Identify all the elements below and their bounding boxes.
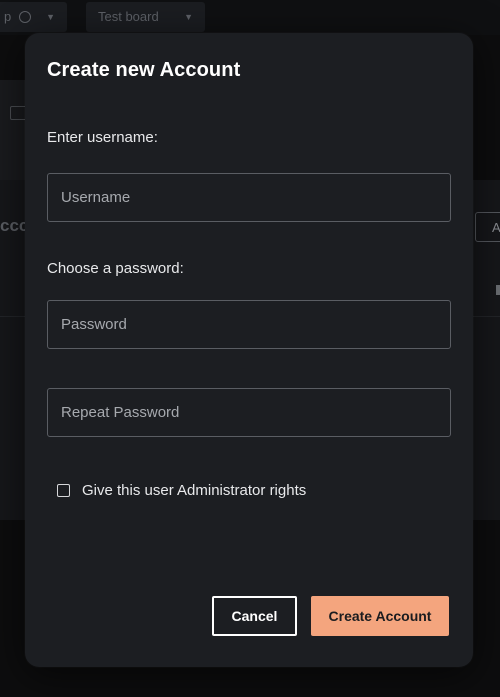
password-label: Choose a password: bbox=[47, 260, 184, 277]
create-account-button[interactable]: Create Account bbox=[311, 596, 449, 636]
language-dropdown-label: p bbox=[4, 9, 12, 24]
admin-rights-label: Give this user Administrator rights bbox=[82, 481, 307, 499]
password-input[interactable] bbox=[47, 300, 451, 349]
background-right-mark bbox=[496, 285, 500, 295]
username-label: Enter username: bbox=[47, 129, 158, 146]
chevron-down-icon: ▼ bbox=[46, 12, 55, 22]
background-topbar: p ▼ Test board ▼ bbox=[0, 0, 500, 35]
admin-rights-checkbox-row[interactable]: Give this user Administrator rights bbox=[57, 480, 306, 500]
board-dropdown[interactable]: Test board ▼ bbox=[86, 2, 205, 32]
username-input[interactable] bbox=[47, 173, 451, 222]
background-add-button[interactable]: A bbox=[475, 212, 500, 242]
cancel-button[interactable]: Cancel bbox=[212, 596, 297, 636]
create-account-dialog: Create new Account Enter username: Choos… bbox=[25, 33, 473, 667]
admin-rights-checkbox[interactable] bbox=[57, 483, 70, 497]
chevron-down-icon: ▼ bbox=[184, 12, 193, 22]
page: p ▼ Test board ▼ ccc A Create new Accoun… bbox=[0, 0, 500, 697]
language-dropdown[interactable]: p ▼ bbox=[0, 2, 67, 32]
board-dropdown-label: Test board bbox=[98, 9, 159, 24]
repeat-password-input[interactable] bbox=[47, 388, 451, 437]
globe-icon bbox=[18, 11, 31, 23]
dialog-title: Create new Account bbox=[47, 59, 241, 81]
